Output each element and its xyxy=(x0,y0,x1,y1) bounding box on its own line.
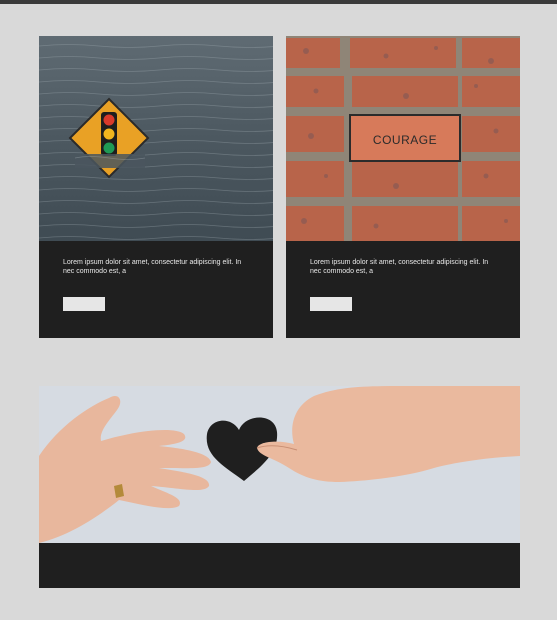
card-hands-heart xyxy=(39,386,520,588)
hands-heart-photo xyxy=(39,386,520,543)
card-description: Lorem ipsum dolor sit amet, consectetur … xyxy=(310,259,489,275)
card-flooded-sign: Lorem ipsum dolor sit amet, consectetur … xyxy=(39,36,273,338)
card-action-button[interactable] xyxy=(63,297,105,311)
card-description: Lorem ipsum dolor sit amet, consectetur … xyxy=(63,259,242,275)
card-action-button[interactable] xyxy=(310,297,352,311)
card-courage-wall: COURAGE Lorem ipsum dolor sit amet, cons… xyxy=(286,36,520,338)
courage-plaque: COURAGE xyxy=(349,114,461,162)
brick-wall-photo: COURAGE xyxy=(286,36,520,241)
courage-sign-text: COURAGE xyxy=(373,133,437,147)
flooded-sign-photo xyxy=(39,36,273,241)
top-edge-bar xyxy=(0,0,557,4)
